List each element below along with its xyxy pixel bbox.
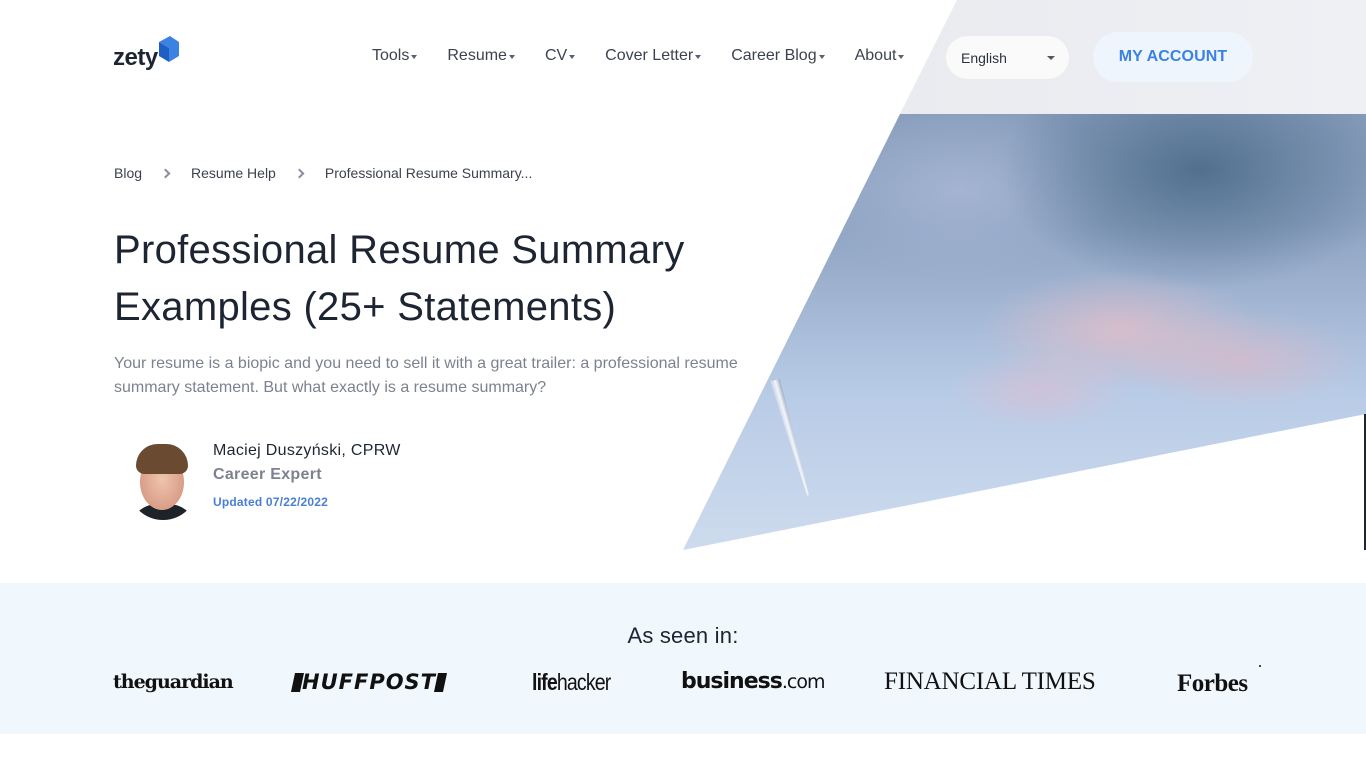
caret-down-icon — [508, 55, 515, 59]
author-role: Career Expert — [213, 466, 322, 483]
nav-career-blog-label: Career Blog — [731, 47, 817, 64]
huffpost-logo: HUFFPOST — [290, 670, 448, 694]
caret-down-icon — [569, 55, 576, 59]
nav-career-blog[interactable]: Career Blog — [731, 45, 825, 67]
article-lead: Your resume is a biopic and you need to … — [114, 355, 738, 396]
breadcrumb-resume-help[interactable]: Resume Help — [191, 165, 276, 181]
caret-down-icon — [898, 55, 905, 59]
nav-cover-letter-label: Cover Letter — [605, 47, 694, 64]
language-select[interactable]: English — [946, 36, 1069, 79]
nav-resume[interactable]: Resume — [447, 45, 515, 67]
nav-cv[interactable]: CV — [544, 45, 576, 67]
main-nav: Tools Resume CV Cover Letter Career Blog… — [372, 45, 934, 67]
author-info: Maciej Duszyński, CPRW Career Expert Upd… — [213, 440, 401, 509]
breadcrumb-current: Professional Resume Summary... — [324, 165, 533, 181]
nav-about-label: About — [854, 47, 897, 64]
updated-date: Updated 07/22/2022 — [213, 495, 328, 509]
zety-logo[interactable]: zety — [113, 36, 179, 70]
language-selected: English — [961, 49, 1007, 66]
caret-down-icon — [818, 55, 825, 59]
logo-text: zety — [113, 44, 158, 71]
forbes-logo: Forbes — [1177, 670, 1248, 697]
logo-mark-icon — [158, 36, 179, 64]
nav-cv-label: CV — [544, 47, 568, 64]
nav-about[interactable]: About — [855, 45, 905, 67]
nav-tools[interactable]: Tools — [372, 45, 418, 67]
author-name[interactable]: Maciej Duszyński, CPRW — [213, 442, 401, 460]
financial-times-logo: FINANCIAL TIMES — [884, 668, 1096, 695]
my-account-button[interactable]: MY ACCOUNT — [1093, 32, 1253, 82]
caret-down-icon — [411, 55, 418, 59]
chevron-right-icon — [294, 168, 305, 178]
guardian-logo: theguardian — [113, 671, 234, 693]
caret-down-icon — [1047, 56, 1055, 60]
caret-down-icon — [695, 55, 702, 59]
as-seen-in-title: As seen in: — [627, 623, 739, 648]
nav-cover-letter[interactable]: Cover Letter — [605, 45, 702, 67]
page-title: Professional Resume Summary Examples (25… — [114, 228, 685, 329]
as-seen-in-section: As seen in: theguardian HUFFPOST lifehac… — [0, 583, 1366, 734]
nav-tools-label: Tools — [372, 47, 410, 64]
chevron-right-icon — [160, 168, 171, 178]
author-avatar[interactable] — [128, 440, 198, 520]
author-block: Maciej Duszyński, CPRW Career Expert Upd… — [114, 440, 401, 520]
breadcrumb-blog[interactable]: Blog — [114, 165, 142, 181]
lifehacker-logo: lifehacker — [532, 669, 611, 695]
nav-resume-label: Resume — [447, 47, 507, 64]
breadcrumb: Blog Resume Help Professional Resume Sum… — [114, 165, 532, 181]
business-com-logo: business.com — [681, 669, 825, 694]
forbes-logo-dot — [1259, 665, 1261, 667]
